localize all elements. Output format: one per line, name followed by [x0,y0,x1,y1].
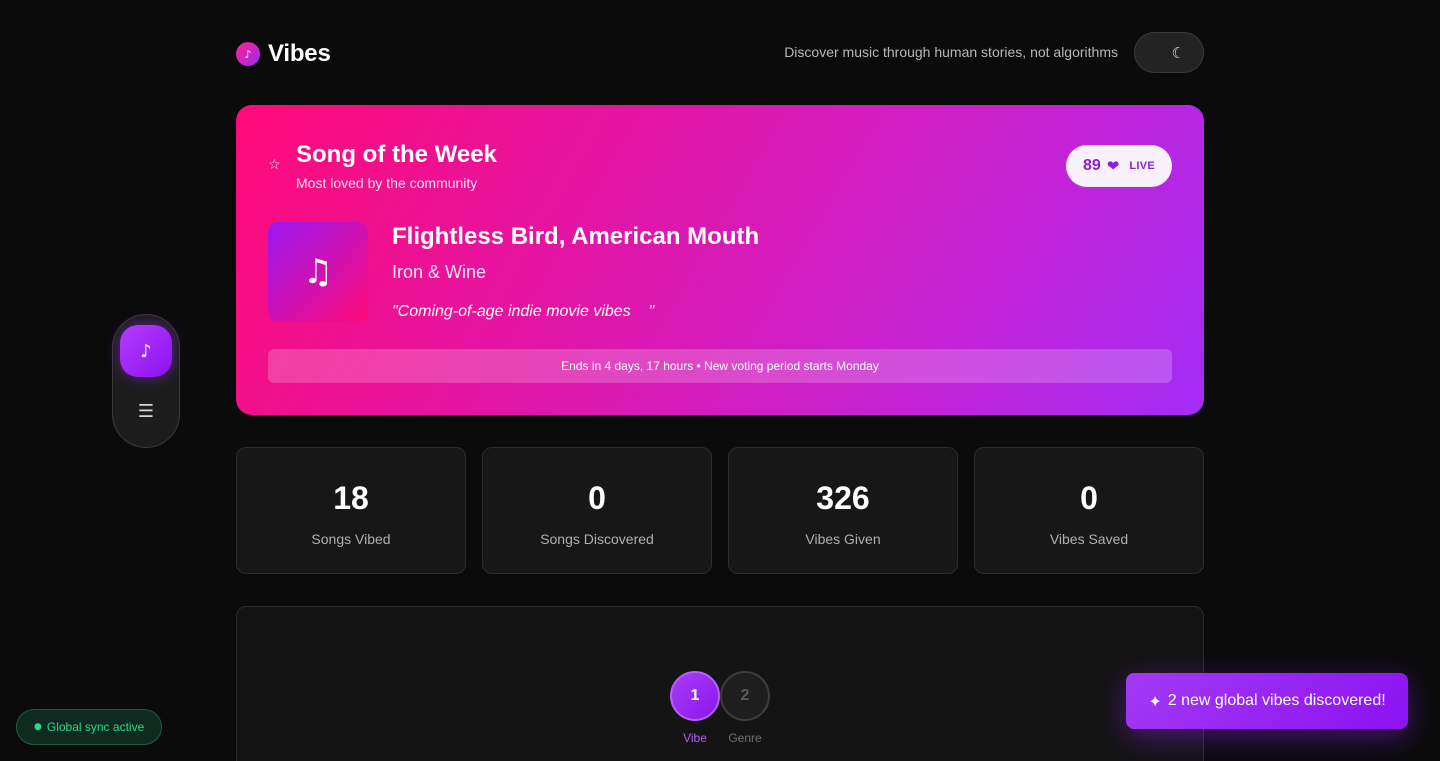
logo[interactable]: ♪ Vibes [236,40,331,68]
sparkle-icon: ✦ [1148,691,1162,711]
sync-text: Global sync active [46,720,145,734]
stat-label: Songs Vibed [311,531,391,547]
theme-toggle-button[interactable]: ☾ [1134,32,1204,73]
list-icon: ☰ [137,400,155,422]
toast-notification[interactable]: ✦ 2 new global vibes discovered! [1126,673,1408,729]
star-icon: ☆ [268,157,281,173]
logo-text: Vibes [268,40,331,67]
global-sync-badge: ● Global sync active [16,709,163,745]
stat-label: Vibes Saved [1049,531,1129,547]
stat-card-vibes-given: 326 Vibes Given [728,447,958,574]
stat-label: Songs Discovered [540,531,654,547]
app-header: ♪ Vibes Discover music through human sto… [236,32,1204,73]
step-indicator-vibe[interactable]: 1 [670,671,720,721]
album-art[interactable]: ♫ [268,222,368,322]
toast-text: 2 new global vibes discovered! [1167,692,1386,709]
song-quote: "Coming-of-age indie movie vibes " [392,303,655,320]
music-note-icon: ♪ [236,42,260,66]
song-title: Flightless Bird, American Mouth [392,223,760,250]
vibe-form-panel: 1 2 Vibe Genre [236,606,1204,761]
live-vote-badge[interactable]: 89 ❤ LIVE [1065,145,1172,187]
stat-card-songs-vibed: 18 Songs Vibed [236,447,466,574]
song-of-week-card: ☆ Song of the Week Most loved by the com… [236,105,1204,415]
stat-value: 0 [588,480,606,516]
vote-count: 89 [1082,157,1101,174]
song-of-week-title: Song of the Week [296,141,497,168]
step-indicator-genre[interactable]: 2 [720,671,770,721]
song-artist: Iron & Wine [392,262,487,282]
moon-icon: ☾ [1171,43,1185,62]
music-icon: ♪ [140,340,152,362]
stat-value: 0 [1080,480,1098,516]
tagline: Discover music through human stories, no… [784,44,1118,60]
stat-card-songs-discovered: 0 Songs Discovered [482,447,712,574]
nav-button-list[interactable]: ☰ [120,385,172,437]
stat-label: Vibes Given [805,531,881,547]
stat-value: 18 [333,480,369,516]
step-label-genre: Genre [728,731,762,745]
live-label: LIVE [1129,160,1155,172]
heart-icon: ❤ [1106,157,1120,175]
stat-card-vibes-saved: 0 Vibes Saved [974,447,1204,574]
stat-value: 326 [816,480,870,516]
music-icon: ♫ [302,252,334,292]
sync-icon: ● [34,722,42,732]
nav-button-vibe[interactable]: ♪ [120,325,172,377]
song-of-week-subtitle: Most loved by the community [296,175,478,191]
voting-period-bar: Ends in 4 days, 17 hours • New voting pe… [268,349,1172,383]
side-nav: ♪ ☰ [112,314,180,448]
